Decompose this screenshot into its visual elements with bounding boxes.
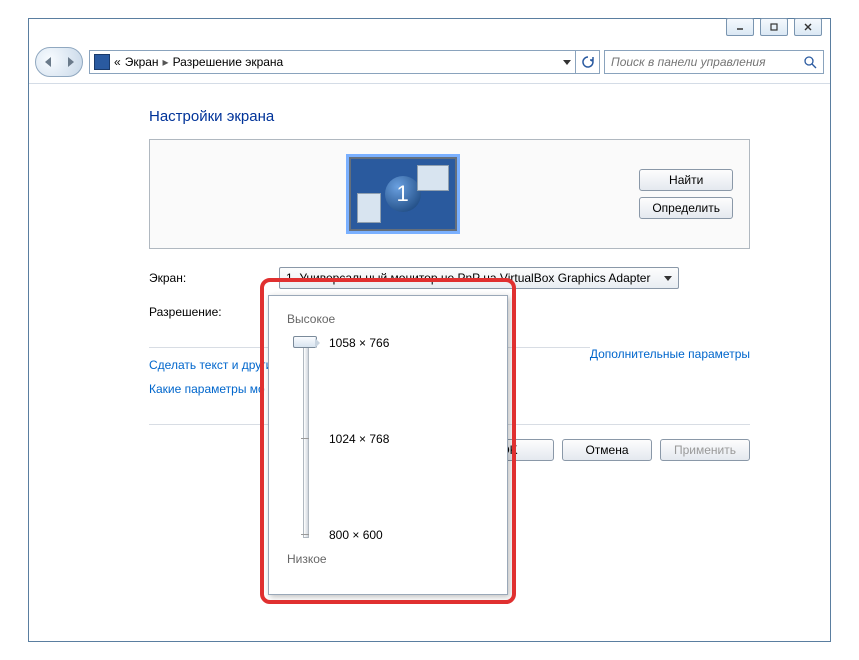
advanced-settings-link[interactable]: Дополнительные параметры	[590, 347, 750, 361]
monitor-number: 1	[385, 176, 421, 212]
refresh-button[interactable]	[576, 50, 600, 74]
breadcrumb-separator-icon: ▸	[163, 55, 169, 69]
address-dropdown-icon[interactable]	[557, 60, 571, 65]
page-title: Настройки экрана	[149, 108, 750, 125]
search-bar[interactable]	[604, 50, 824, 74]
slider-thumb[interactable]	[293, 336, 317, 348]
chevron-down-icon	[664, 276, 672, 281]
resolution-label: Разрешение:	[149, 305, 279, 319]
nav-bar: « Экран ▸ Разрешение экрана	[29, 45, 830, 79]
minimize-button[interactable]	[726, 18, 754, 36]
display-combo-value: 1. Универсальный монитор не PnP на Virtu…	[286, 271, 658, 285]
control-panel-icon	[94, 54, 110, 70]
resolution-slider[interactable]: 1058 × 766 1024 × 768 800 × 600	[295, 334, 489, 544]
display-label: Экран:	[149, 271, 279, 285]
search-icon[interactable]	[803, 55, 817, 69]
find-button[interactable]: Найти	[639, 169, 733, 191]
slider-low-label: Низкое	[287, 552, 489, 566]
slider-option: 1058 × 766	[329, 336, 389, 350]
breadcrumb-prefix: «	[114, 55, 121, 69]
maximize-button[interactable]	[760, 18, 788, 36]
monitor-thumbnail[interactable]: 1	[348, 156, 458, 232]
resolution-slider-popup: Высокое 1058 × 766 1024 × 768 800 × 600 …	[268, 295, 508, 595]
nav-back-forward[interactable]	[35, 47, 83, 77]
address-bar[interactable]: « Экран ▸ Разрешение экрана	[89, 50, 576, 74]
display-combo[interactable]: 1. Универсальный монитор не PnP на Virtu…	[279, 267, 679, 289]
close-button[interactable]	[794, 18, 822, 36]
slider-high-label: Высокое	[287, 312, 489, 326]
breadcrumb-item[interactable]: Разрешение экрана	[173, 55, 284, 69]
which-settings-link[interactable]: Какие параметры мо	[149, 382, 265, 396]
breadcrumb-item[interactable]: Экран	[125, 55, 159, 69]
search-input[interactable]	[611, 55, 803, 69]
cancel-button[interactable]: Отмена	[562, 439, 652, 461]
slider-option: 1024 × 768	[329, 432, 389, 446]
monitor-preview-box: 1 Найти Определить	[149, 139, 750, 249]
apply-button[interactable]: Применить	[660, 439, 750, 461]
identify-button[interactable]: Определить	[639, 197, 733, 219]
text-size-link[interactable]: Сделать текст и другие	[149, 358, 279, 372]
slider-option: 800 × 600	[329, 528, 383, 542]
slider-track[interactable]	[303, 340, 309, 538]
